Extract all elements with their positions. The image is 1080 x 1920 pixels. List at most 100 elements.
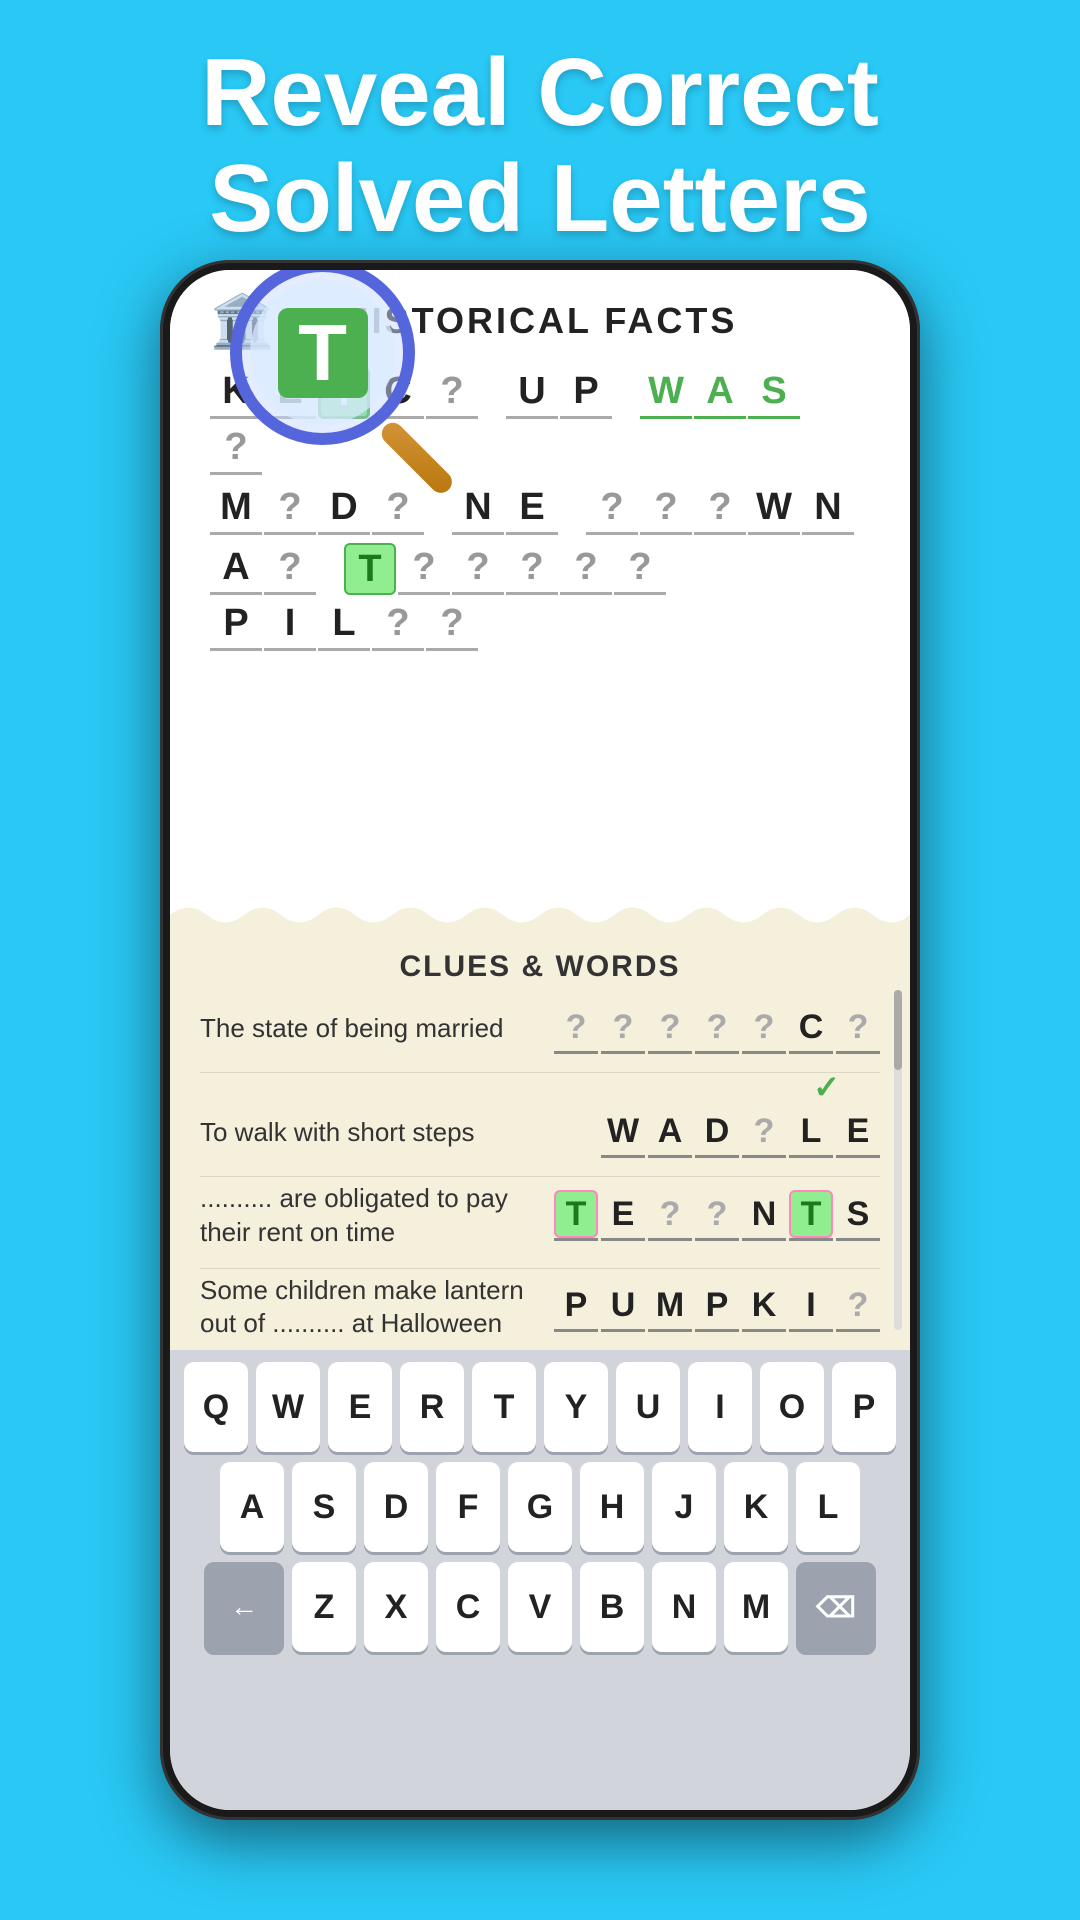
key-T[interactable]: T: [472, 1362, 536, 1452]
key-C[interactable]: C: [436, 1562, 500, 1652]
key-R[interactable]: R: [400, 1362, 464, 1452]
keyboard-row-1: Q W E R T Y U I O P: [178, 1362, 902, 1452]
key-B[interactable]: B: [580, 1562, 644, 1652]
letter-A2: A: [210, 543, 262, 595]
ans1-4: ?: [695, 1004, 739, 1054]
key-Y[interactable]: Y: [544, 1362, 608, 1452]
key-K[interactable]: K: [724, 1462, 788, 1552]
key-Z[interactable]: Z: [292, 1562, 356, 1652]
ans1-1: ?: [554, 1004, 598, 1054]
key-E[interactable]: E: [328, 1362, 392, 1452]
letter-W2: W: [748, 483, 800, 535]
key-delete[interactable]: ⌫: [796, 1562, 876, 1652]
checkmark-row: ✓: [200, 1068, 880, 1106]
key-G[interactable]: G: [508, 1462, 572, 1552]
key-A[interactable]: A: [220, 1462, 284, 1552]
ans4-1: P: [554, 1282, 598, 1332]
ans2-4: ?: [742, 1108, 786, 1158]
letter-U: U: [506, 367, 558, 419]
checkmark-icon: ✓: [813, 1068, 840, 1106]
ans1-6: C: [789, 1004, 833, 1054]
letter-q14: ?: [372, 599, 424, 651]
clues-title: CLUES & WORDS: [200, 950, 880, 984]
letter-q15: ?: [426, 599, 478, 651]
key-O[interactable]: O: [760, 1362, 824, 1452]
letter-q9: ?: [398, 543, 450, 595]
clues-area: CLUES & WORDS The state of being married…: [170, 930, 910, 1350]
clue-text-2: To walk with short steps: [200, 1116, 475, 1150]
letter-A-green: A: [694, 367, 746, 419]
key-P[interactable]: P: [832, 1362, 896, 1452]
puzzle-row-3: A ? T ? ? ? ? ? P I L ? ?: [210, 543, 870, 651]
letter-L: L: [318, 599, 370, 651]
letter-q13: ?: [614, 543, 666, 595]
key-H[interactable]: H: [580, 1462, 644, 1552]
scroll-bar[interactable]: [894, 990, 902, 1330]
ans3-7: S: [836, 1191, 880, 1241]
word-aq: A ?: [210, 543, 316, 595]
letter-T-greenbox: T: [344, 543, 396, 595]
word-was: W A S: [640, 367, 800, 419]
ans1-3: ?: [648, 1004, 692, 1054]
key-M[interactable]: M: [724, 1562, 788, 1652]
word-pilqq: P I L ? ?: [210, 599, 478, 651]
clue-text-4: Some children make lantern out of ......…: [200, 1274, 530, 1342]
word-qqwn: ? ? ? W N: [586, 483, 854, 535]
ans2-3: D: [695, 1108, 739, 1158]
key-F[interactable]: F: [436, 1462, 500, 1552]
letter-S-green: S: [748, 367, 800, 419]
clue-text-1: The state of being married: [200, 1012, 504, 1046]
clue-row-3: .......... are obligated to pay their re…: [200, 1182, 880, 1250]
keyboard: Q W E R T Y U I O P A S D F G H J K: [170, 1350, 910, 1810]
key-N[interactable]: N: [652, 1562, 716, 1652]
letter-q5: ?: [586, 483, 638, 535]
key-V[interactable]: V: [508, 1562, 572, 1652]
clue-row-1: The state of being married ? ? ? ? ? C ?: [200, 1004, 880, 1054]
letter-q12: ?: [560, 543, 612, 595]
ans3-5: N: [742, 1191, 786, 1241]
letter-I: I: [264, 599, 316, 651]
phone-frame: 🏛️ HISTORICAL FACTS T K E T: [160, 260, 920, 1820]
separator-2: [200, 1176, 880, 1177]
ans3-3: ?: [648, 1191, 692, 1241]
ans4-7: ?: [836, 1282, 880, 1332]
key-Q[interactable]: Q: [184, 1362, 248, 1452]
key-back-arrow[interactable]: ←: [204, 1562, 284, 1652]
ans3-1: T: [554, 1191, 598, 1241]
key-X[interactable]: X: [364, 1562, 428, 1652]
clue-answer-4: P U M P K I ?: [540, 1282, 880, 1332]
ans4-4: P: [695, 1282, 739, 1332]
key-D[interactable]: D: [364, 1462, 428, 1552]
letter-N2: N: [802, 483, 854, 535]
ans1-5: ?: [742, 1004, 786, 1054]
ans2-2: A: [648, 1108, 692, 1158]
letter-E2: E: [506, 483, 558, 535]
header-section: Reveal Correct Solved Letters: [0, 0, 1080, 281]
letter-q7: ?: [694, 483, 746, 535]
key-U[interactable]: U: [616, 1362, 680, 1452]
key-S[interactable]: S: [292, 1462, 356, 1552]
letter-q11: ?: [506, 543, 558, 595]
key-J[interactable]: J: [652, 1462, 716, 1552]
ans4-6: I: [789, 1282, 833, 1332]
scroll-thumb: [894, 990, 902, 1070]
letter-W-green: W: [640, 367, 692, 419]
ans4-5: K: [742, 1282, 786, 1332]
clue-row-2: To walk with short steps W A D ? L E: [200, 1108, 880, 1158]
clue-text-3: .......... are obligated to pay their re…: [200, 1182, 530, 1250]
ans1-2: ?: [601, 1004, 645, 1054]
clue-answer-3: T E ? ? N T S: [540, 1191, 880, 1241]
separator-3: [200, 1268, 880, 1269]
letter-P: P: [560, 367, 612, 419]
letter-q8: ?: [264, 543, 316, 595]
word-up: U P: [506, 367, 612, 419]
header-title: Reveal Correct Solved Letters: [0, 0, 1080, 281]
key-L[interactable]: L: [796, 1462, 860, 1552]
ans2-5: L: [789, 1108, 833, 1158]
letter-q10: ?: [452, 543, 504, 595]
key-W[interactable]: W: [256, 1362, 320, 1452]
key-I[interactable]: I: [688, 1362, 752, 1452]
ans1-7: ?: [836, 1004, 880, 1054]
game-area: 🏛️ HISTORICAL FACTS T K E T: [170, 270, 910, 679]
magnifier-overlay: T: [230, 270, 470, 500]
